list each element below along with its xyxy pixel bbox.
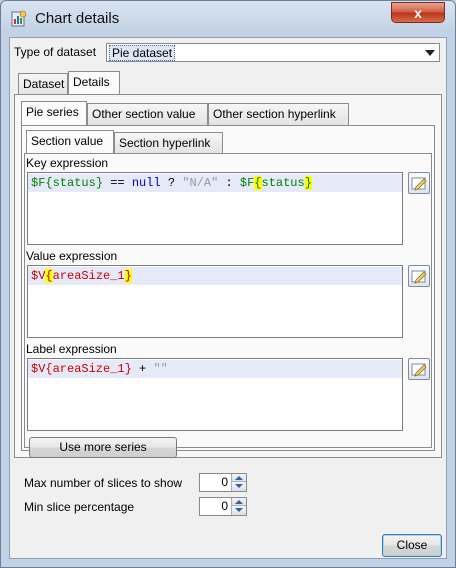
tab-section-value-label: Section value <box>31 134 104 148</box>
chevron-down-icon[interactable] <box>425 50 435 56</box>
code-token: } <box>124 269 132 283</box>
spinner-down-button[interactable] <box>231 506 246 515</box>
code-token: null <box>131 176 161 190</box>
details-panel: Pie series Other section value Other sec… <box>14 94 442 458</box>
code-token: status <box>261 176 305 190</box>
label-expression-editor[interactable]: $V{areaSize_1} + "" <box>27 358 403 431</box>
label-expression-code: $V{areaSize_1} + "" <box>28 360 402 378</box>
code-token: { <box>45 269 53 283</box>
code-token: == <box>103 176 132 190</box>
tab-section-hyperlink[interactable]: Section hyperlink <box>114 132 223 154</box>
key-expression-label: Key expression <box>26 156 109 170</box>
code-token: status <box>52 176 96 190</box>
section-value-panel: Key expression $F{status} == null ? "N/A… <box>24 153 432 458</box>
dialog-window: Chart details x Type of dataset Pie data… <box>0 0 456 568</box>
tab-details[interactable]: Details <box>68 71 120 95</box>
pencil-icon <box>411 177 427 191</box>
arrow-up-icon <box>235 476 243 480</box>
jasper-chart-icon <box>11 10 27 28</box>
code-token: } <box>95 176 104 190</box>
code-token: "N/A" <box>182 176 219 190</box>
use-more-series-button[interactable]: Use more series <box>29 437 177 458</box>
close-button[interactable]: Close <box>382 534 442 557</box>
tab-other-section-value-label: Other section value <box>92 107 196 121</box>
code-token: $V <box>31 269 46 283</box>
tab-other-section-hyperlink[interactable]: Other section hyperlink <box>208 103 349 125</box>
tab-details-label: Details <box>73 75 110 89</box>
tab-dataset-label: Dataset <box>23 77 65 91</box>
code-token: + <box>131 362 154 376</box>
key-expression-code: $F{status} == null ? "N/A" : $F{status} <box>28 174 402 192</box>
spinner-down-button[interactable] <box>231 482 246 491</box>
key-expression-editor[interactable]: $F{status} == null ? "N/A" : $F{status} <box>27 172 403 245</box>
spinner-up-button[interactable] <box>231 498 246 506</box>
arrow-down-icon <box>235 484 243 488</box>
arrow-up-icon <box>235 500 243 504</box>
dataset-type-label: Type of dataset <box>14 45 97 59</box>
value-expression-code: $V{areaSize_1} <box>28 267 402 285</box>
arrow-down-icon <box>235 508 243 512</box>
max-slices-label: Max number of slices to show <box>24 476 183 490</box>
tab-other-section-value[interactable]: Other section value <box>87 103 208 125</box>
dataset-type-select[interactable]: Pie dataset <box>106 43 440 62</box>
tab-pie-series[interactable]: Pie series <box>21 101 87 125</box>
min-slice-percentage-label: Min slice percentage <box>24 500 135 514</box>
code-token: } <box>304 176 312 190</box>
min-slice-percentage-value: 0 <box>221 499 228 513</box>
pie-series-panel: Section value Section hyperlink Key expr… <box>21 125 435 458</box>
value-expression-label: Value expression <box>26 249 118 263</box>
pencil-icon <box>411 270 427 284</box>
edit-key-expression-button[interactable] <box>408 172 430 194</box>
edit-label-expression-button[interactable] <box>408 358 430 380</box>
tab-section-hyperlink-label: Section hyperlink <box>119 136 211 150</box>
code-token: { <box>45 176 53 190</box>
tab-section-value[interactable]: Section value <box>26 130 114 154</box>
tab-other-section-hyperlink-label: Other section hyperlink <box>213 107 336 121</box>
spinner-up-button[interactable] <box>231 474 246 482</box>
label-expression-label: Label expression <box>26 342 117 356</box>
window-title: Chart details <box>35 10 120 27</box>
value-expression-editor[interactable]: $V{areaSize_1} <box>27 265 403 338</box>
max-slices-value: 0 <box>221 475 228 489</box>
tab-dataset[interactable]: Dataset <box>18 73 68 95</box>
pencil-icon <box>411 363 427 377</box>
title-bar[interactable]: Chart details x <box>1 1 455 37</box>
code-token: : <box>218 176 240 190</box>
tab-pie-series-label: Pie series <box>26 105 79 119</box>
close-icon: x <box>414 5 422 21</box>
dialog-content: Type of dataset Pie dataset Dataset Deta… <box>9 37 447 559</box>
max-slices-spinner[interactable]: 0 <box>199 473 247 492</box>
edit-value-expression-button[interactable] <box>408 265 430 287</box>
use-more-series-label: Use more series <box>59 440 147 454</box>
code-token: { <box>254 176 262 190</box>
window-close-button[interactable]: x <box>391 2 445 23</box>
code-token: $V{areaSize_1} <box>31 362 132 376</box>
close-button-label: Close <box>396 538 428 552</box>
dataset-type-value: Pie dataset <box>109 45 176 61</box>
code-token: areaSize_1 <box>52 269 125 283</box>
code-token: ? <box>160 176 183 190</box>
code-token: $F <box>31 176 46 190</box>
min-slice-percentage-spinner[interactable]: 0 <box>199 497 247 516</box>
code-token: $F <box>239 176 255 190</box>
code-token: "" <box>153 362 168 376</box>
